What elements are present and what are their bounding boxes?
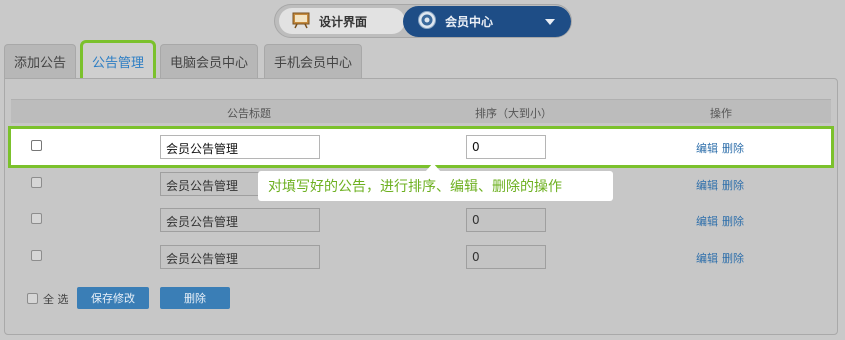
header-order: 排序（大到小）	[475, 107, 552, 120]
order-input[interactable]: 0	[466, 208, 546, 232]
mode-switcher: 设计界面 会员中心	[274, 4, 572, 38]
tooltip-callout: 对填写好的公告，进行排序、编辑、删除的操作	[258, 171, 613, 201]
delete-link[interactable]: 删除	[722, 142, 744, 155]
row-checkbox[interactable]	[31, 177, 42, 188]
tab-bar: 添加公告 公告管理 电脑会员中心 手机会员中心	[4, 40, 363, 82]
gear-icon	[417, 10, 437, 33]
row-actions: 编辑 删除	[696, 140, 748, 156]
order-input[interactable]: 0	[466, 135, 546, 159]
save-button[interactable]: 保存修改	[77, 287, 149, 309]
order-input[interactable]: 0	[466, 245, 546, 269]
header-title: 公告标题	[227, 107, 271, 120]
tab-notice-management[interactable]: 公告管理	[80, 40, 157, 82]
header-actions: 操作	[710, 107, 732, 120]
delete-link[interactable]: 删除	[722, 215, 744, 228]
table-footer: 全 选 保存修改 删除	[11, 287, 831, 317]
table-row: 会员公告管理 0 编辑删除	[11, 239, 831, 275]
table-row: 会员公告管理 0 编辑删除	[11, 202, 831, 238]
select-all-checkbox[interactable]	[27, 293, 38, 304]
row-checkbox[interactable]	[31, 250, 42, 261]
delete-button[interactable]: 删除	[160, 287, 230, 309]
select-all-label: 全 选	[43, 293, 69, 306]
row-actions: 编辑 删除	[696, 177, 748, 193]
tab-pc-member-center[interactable]: 电脑会员中心	[160, 44, 259, 78]
notice-title-input[interactable]: 会员公告管理	[160, 135, 320, 159]
delete-link[interactable]: 删除	[722, 252, 744, 265]
delete-link[interactable]: 删除	[722, 179, 744, 192]
table-row: 会员公告管理 0 编辑删除	[8, 126, 834, 168]
row-checkbox[interactable]	[31, 213, 42, 224]
notice-title-input[interactable]: 会员公告管理	[160, 245, 320, 269]
row-actions: 编辑 删除	[696, 250, 748, 266]
easel-icon	[291, 11, 311, 32]
edit-link[interactable]: 编辑	[696, 142, 718, 155]
chevron-down-icon[interactable]	[545, 19, 555, 25]
edit-link[interactable]: 编辑	[696, 179, 718, 192]
tab-add-notice[interactable]: 添加公告	[4, 44, 77, 78]
member-center-button[interactable]: 会员中心	[403, 6, 571, 37]
member-center-label: 会员中心	[445, 15, 494, 29]
tab-mobile-member-center[interactable]: 手机会员中心	[264, 44, 363, 78]
row-checkbox[interactable]	[31, 140, 42, 151]
edit-link[interactable]: 编辑	[696, 252, 718, 265]
row-actions: 编辑 删除	[696, 213, 748, 229]
design-mode-label: 设计界面	[319, 14, 368, 29]
edit-link[interactable]: 编辑	[696, 215, 718, 228]
design-mode-button[interactable]: 设计界面	[279, 8, 405, 34]
notice-title-input[interactable]: 会员公告管理	[160, 208, 320, 232]
notice-panel: 公告标题 排序（大到小） 操作 会员公告管理 0 编辑删除 会员公告管理 0 编…	[4, 78, 838, 335]
table-header: 公告标题 排序（大到小） 操作	[11, 99, 831, 123]
